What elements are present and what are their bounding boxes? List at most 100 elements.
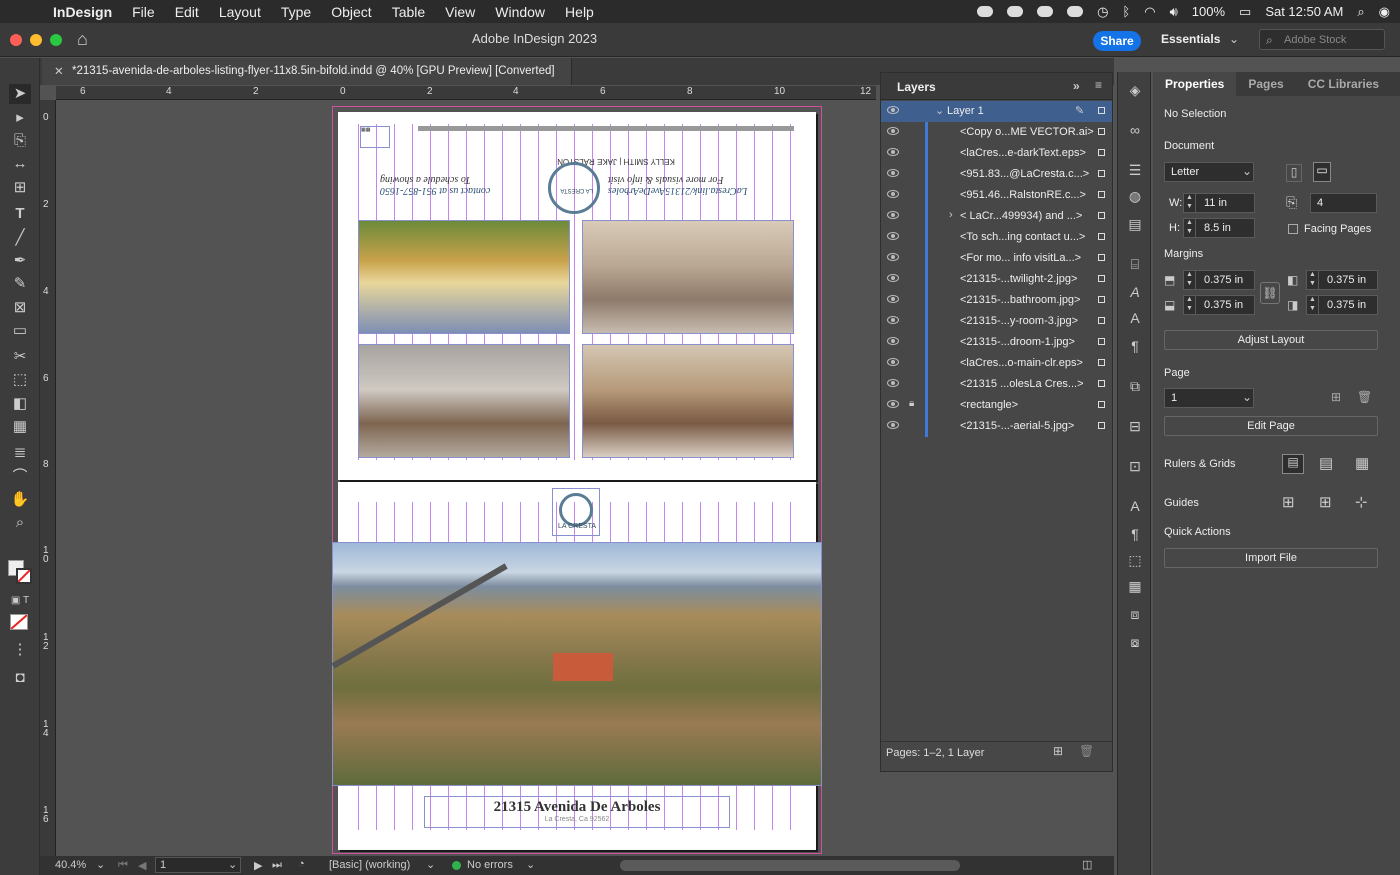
layer-item-name[interactable]: <21315-...y-room-3.jpg> <box>960 315 1078 327</box>
line-tool-icon[interactable]: ╱ <box>9 228 31 248</box>
layer-item-row[interactable]: <laCres...e-darkText.eps> <box>881 143 1112 164</box>
preflight-profile-icon[interactable]: ◔ <box>298 858 305 870</box>
menu-layout[interactable]: Layout <box>219 4 261 20</box>
note-tool-icon[interactable]: ≣ <box>9 443 31 463</box>
layers-title[interactable]: Layers <box>897 80 936 94</box>
item-select-square[interactable] <box>1098 233 1105 240</box>
object-styles-icon[interactable]: A <box>1125 498 1145 516</box>
home-icon[interactable]: ⌂ <box>77 29 88 50</box>
pathfinder-icon[interactable]: ⧉ <box>1125 378 1145 396</box>
volume-icon[interactable]: 🔊︎ <box>1170 4 1178 20</box>
layer-item-row[interactable]: <21315-...twilight-2.jpg> <box>881 269 1112 290</box>
paragraph-styles-icon[interactable]: ⌸ <box>1125 256 1145 274</box>
close-tab-icon[interactable]: ✕ <box>54 64 64 78</box>
page-select[interactable]: 1 <box>1164 388 1254 408</box>
chevron-down-icon[interactable]: ⌄ <box>935 104 944 117</box>
minimize-window-button[interactable] <box>30 34 42 46</box>
document-tab[interactable]: ✕ *21315-avenida-de-arboles-listing-flye… <box>42 58 572 85</box>
landscape-icon[interactable]: ▭ <box>1313 162 1331 182</box>
layer-select-square[interactable] <box>1098 107 1105 114</box>
siri-icon[interactable]: ◉ <box>1379 4 1390 20</box>
app-menu[interactable]: InDesign <box>53 4 112 20</box>
visibility-eye-icon[interactable] <box>887 295 899 303</box>
document-canvas[interactable]: ▦▦ KELLY SMITH | JAKE RALSTON LA CRESTA … <box>56 100 876 856</box>
gradient-tool-icon[interactable]: ◧ <box>9 394 31 414</box>
layer-item-name[interactable]: < LaCr...499934) and ...> <box>960 210 1082 222</box>
height-stepper-icon[interactable]: ▲ ▼ <box>1184 218 1196 238</box>
tab-cc-libraries[interactable]: CC Libraries <box>1296 72 1391 96</box>
layer-item-name[interactable]: <laCres...e-darkText.eps> <box>960 147 1086 159</box>
type-tool-icon[interactable]: T <box>9 204 31 224</box>
document-grid-icon[interactable]: ▦ <box>1355 454 1369 472</box>
stock-search-input[interactable]: ⌕ Adobe Stock <box>1259 29 1385 50</box>
import-file-button[interactable]: Import File <box>1164 548 1378 568</box>
scissors-tool-icon[interactable]: ✂ <box>9 347 31 367</box>
page-2[interactable]: LA CRESTA 21315 Avenida De Arboles La Cr… <box>331 482 822 850</box>
gradient-panel-icon[interactable]: ▤ <box>1125 216 1145 234</box>
errors-chevron-icon[interactable]: ⌄ <box>526 858 535 871</box>
visibility-eye-icon[interactable] <box>887 253 899 261</box>
visibility-eye-icon[interactable] <box>887 169 899 177</box>
links-panel-icon[interactable]: ∞ <box>1125 122 1145 140</box>
layer-item-row[interactable]: <To sch...ing contact u...> <box>881 227 1112 248</box>
cloud-icon[interactable] <box>1007 6 1024 17</box>
menu-table[interactable]: Table <box>392 4 425 20</box>
delete-layer-icon[interactable]: 🗑︎ <box>1079 744 1094 758</box>
layer-item-name[interactable]: <21315-...bathroom.jpg> <box>960 294 1080 306</box>
width-stepper-icon[interactable]: ▲ ▼ <box>1184 193 1196 213</box>
next-page-icon[interactable]: ▶ <box>254 859 262 872</box>
cloud-icon-2[interactable] <box>1037 6 1054 17</box>
visibility-eye-icon[interactable] <box>887 106 899 114</box>
layer-item-name[interactable]: <951.46...RalstonRE.c...> <box>960 189 1086 201</box>
table-panel-icon[interactable]: ▦ <box>1125 578 1145 596</box>
menu-object[interactable]: Object <box>331 4 371 20</box>
apply-none-icon[interactable] <box>10 614 28 630</box>
visibility-eye-icon[interactable] <box>887 316 899 324</box>
visibility-eye-icon[interactable] <box>887 400 899 408</box>
lock-icon[interactable]: 🔒︎ <box>909 398 914 409</box>
layers-panel-icon[interactable]: ◈ <box>1125 82 1145 100</box>
menu-view[interactable]: View <box>445 4 475 20</box>
layer-name[interactable]: Layer 1 <box>947 105 984 117</box>
bluetooth-icon[interactable]: ᛒ <box>1122 4 1130 19</box>
show-guides-icon[interactable]: ⊞ <box>1282 493 1295 511</box>
zoom-chevron-icon[interactable]: ⌄ <box>96 858 105 871</box>
visibility-eye-icon[interactable] <box>887 337 899 345</box>
table-styles-icon[interactable]: ¶ <box>1125 526 1145 544</box>
collapse-panel-icon[interactable]: » <box>1073 79 1080 93</box>
item-select-square[interactable] <box>1098 380 1105 387</box>
tab-pages[interactable]: Pages <box>1236 72 1295 96</box>
item-select-square[interactable] <box>1098 275 1105 282</box>
stroke-swatch[interactable] <box>16 568 32 584</box>
swatches-panel-icon[interactable]: ◍ <box>1125 188 1145 206</box>
new-layer-icon[interactable]: ⊞ <box>1053 744 1063 758</box>
eyedropper-tool-icon[interactable]: ⌒ <box>9 467 31 487</box>
zoom-level[interactable]: 40.4% <box>55 859 86 871</box>
item-select-square[interactable] <box>1098 338 1105 345</box>
photo-family-room[interactable] <box>358 344 570 458</box>
item-select-square[interactable] <box>1098 401 1105 408</box>
page-chevron-icon[interactable]: ⌄ <box>228 858 237 871</box>
gradient-feather-tool-icon[interactable]: ▦ <box>9 417 31 437</box>
item-select-square[interactable] <box>1098 254 1105 261</box>
free-transform-tool-icon[interactable]: ⬚ <box>9 370 31 390</box>
margin-right-stepper-icon[interactable]: ▲ ▼ <box>1307 295 1319 315</box>
menu-edit[interactable]: Edit <box>175 4 199 20</box>
visibility-eye-icon[interactable] <box>887 379 899 387</box>
size-preset-select[interactable]: Letter <box>1164 162 1254 182</box>
photo-bathroom[interactable] <box>582 220 794 334</box>
clock[interactable]: Sat 12:50 AM <box>1265 4 1343 19</box>
photo-aerial[interactable] <box>331 542 822 786</box>
layer-item-name[interactable]: <21315-...twilight-2.jpg> <box>960 273 1077 285</box>
item-select-square[interactable] <box>1098 149 1105 156</box>
pencil-tool-icon[interactable]: ✎ <box>9 274 31 294</box>
close-window-button[interactable] <box>10 34 22 46</box>
rulers-icon[interactable]: ▤ <box>1282 454 1304 474</box>
layer-item-name[interactable]: <21315-...droom-1.jpg> <box>960 336 1075 348</box>
menu-window[interactable]: Window <box>495 4 545 20</box>
chevron-right-icon[interactable]: › <box>949 209 953 221</box>
adjust-layout-button[interactable]: Adjust Layout <box>1164 330 1378 350</box>
pen-tool-icon[interactable]: ✒ <box>9 251 31 271</box>
layer-item-name[interactable]: <laCres...o-main-clr.eps> <box>960 357 1083 369</box>
pages-count-field[interactable]: 4 <box>1310 193 1377 213</box>
